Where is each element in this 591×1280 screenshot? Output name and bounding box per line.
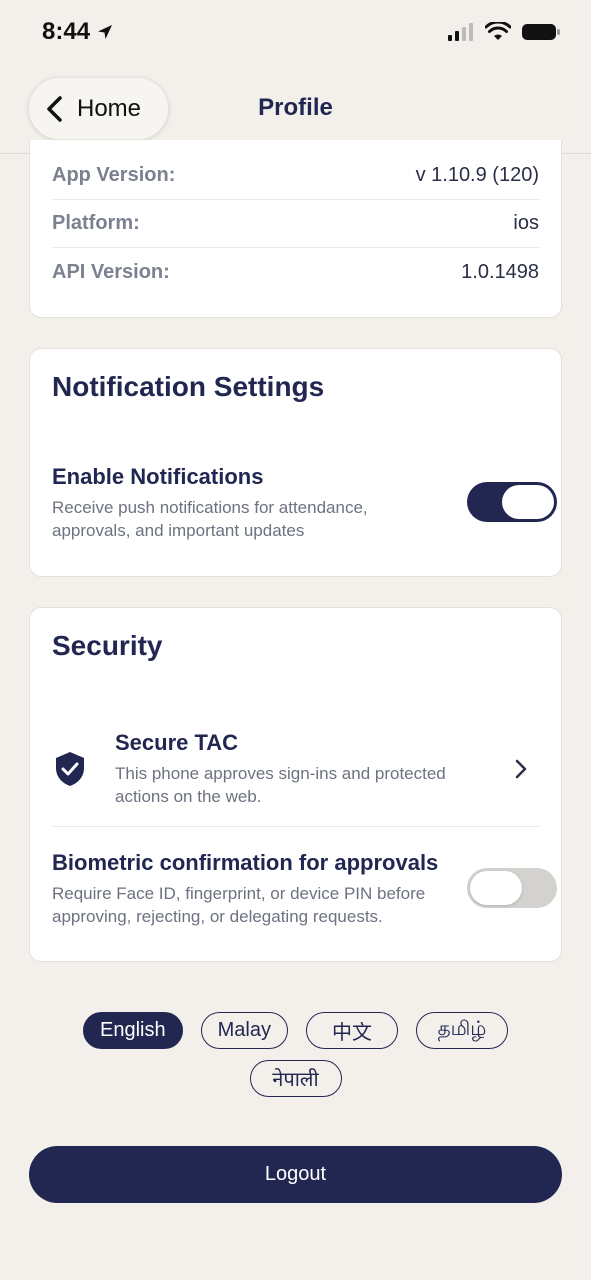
location-arrow-icon bbox=[98, 25, 113, 39]
platform-value: ios bbox=[513, 211, 539, 234]
enable-notifications-description: Receive push notifications for attendanc… bbox=[52, 498, 368, 540]
app-version-value: v 1.10.9 (120) bbox=[415, 163, 539, 186]
status-icons bbox=[447, 22, 561, 42]
secure-tac-title: Secure TAC bbox=[115, 730, 239, 755]
status-time: 8:44 bbox=[42, 18, 114, 46]
wifi-icon bbox=[485, 22, 511, 40]
secure-tac-item[interactable]: Secure TAC This phone approves sign-ins … bbox=[30, 718, 561, 826]
chevron-right-icon bbox=[515, 759, 527, 779]
enable-notifications-text: Enable Notifications Receive push notifi… bbox=[52, 464, 422, 542]
shield-check-icon bbox=[56, 752, 84, 786]
enable-notifications-title: Enable Notifications bbox=[52, 464, 264, 489]
notification-settings-title: Notification Settings bbox=[52, 371, 325, 402]
toggle-knob bbox=[470, 871, 522, 905]
clock-text: 8:44 bbox=[42, 18, 91, 45]
divider bbox=[52, 826, 539, 827]
notification-settings-card: Notification Settings Enable Notificatio… bbox=[29, 348, 562, 577]
app-version-label: App Version: bbox=[52, 163, 176, 186]
status-bar: 8:44 bbox=[0, 0, 591, 64]
secure-tac-text: Secure TAC This phone approves sign-ins … bbox=[115, 730, 495, 808]
security-title: Security bbox=[52, 630, 163, 661]
biometric-title: Biometric confirmation for approvals bbox=[52, 850, 439, 875]
platform-label: Platform: bbox=[52, 211, 140, 234]
language-selector-row-1: English Malay 中文 தமிழ் bbox=[0, 1012, 591, 1049]
language-option-malay[interactable]: Malay bbox=[200, 1012, 288, 1049]
biometric-toggle[interactable] bbox=[467, 868, 557, 908]
logout-button[interactable]: Logout bbox=[29, 1146, 562, 1203]
page-title: Profile bbox=[258, 94, 333, 121]
secure-tac-description: This phone approves sign-ins and protect… bbox=[115, 764, 446, 806]
enable-notifications-toggle[interactable] bbox=[467, 482, 557, 522]
language-option-nepali[interactable]: नेपाली bbox=[249, 1060, 342, 1097]
api-version-value: 1.0.1498 bbox=[461, 260, 539, 283]
language-option-english[interactable]: English bbox=[83, 1012, 183, 1049]
toggle-knob bbox=[502, 485, 554, 519]
security-card: Security Secure TAC This phone approves … bbox=[29, 607, 562, 962]
api-version-label: API Version: bbox=[52, 260, 170, 283]
platform-row: Platform: ios bbox=[52, 199, 539, 247]
app-info-card: App Version: v 1.10.9 (120) Platform: io… bbox=[29, 140, 562, 318]
language-option-chinese[interactable]: 中文 bbox=[305, 1012, 398, 1049]
app-version-row: App Version: v 1.10.9 (120) bbox=[52, 151, 539, 199]
biometric-text: Biometric confirmation for approvals Req… bbox=[52, 850, 452, 928]
battery-icon bbox=[522, 24, 560, 40]
cellular-signal-icon bbox=[448, 23, 473, 41]
api-version-row: API Version: 1.0.1498 bbox=[52, 248, 539, 296]
biometric-description: Require Face ID, fingerprint, or device … bbox=[52, 884, 426, 926]
language-selector-row-2: नेपाली bbox=[0, 1060, 591, 1097]
language-option-tamil[interactable]: தமிழ் bbox=[415, 1012, 508, 1049]
